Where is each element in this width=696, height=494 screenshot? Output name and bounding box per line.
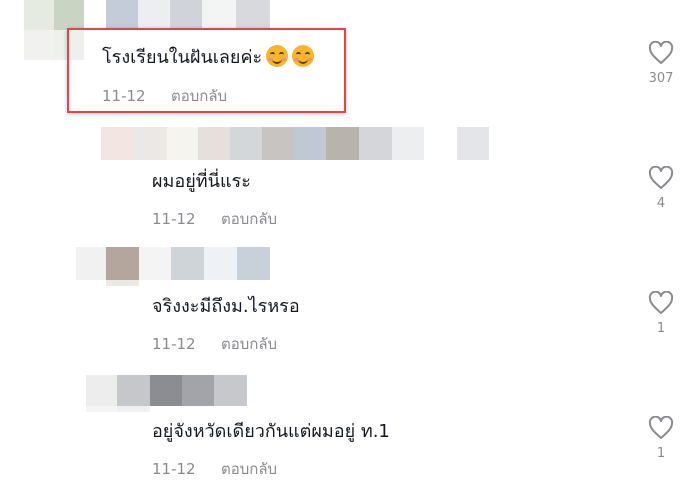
heart-outline-icon (648, 41, 674, 64)
highlight-box (67, 28, 346, 113)
comment-date: 11-12 (152, 335, 196, 353)
like-count: 4 (656, 196, 666, 211)
heart-outline-icon (648, 166, 674, 189)
heart-outline-icon (648, 416, 674, 439)
comment-text: จริงงะมีถึงม.ไรหรอ (152, 296, 300, 317)
comment-date: 11-12 (152, 210, 196, 228)
like-button[interactable]: 4 (641, 166, 681, 212)
reply-button[interactable]: ตอบกลับ (221, 210, 277, 228)
like-count: 1 (656, 321, 666, 336)
like-button[interactable]: 1 (641, 291, 681, 337)
like-button[interactable]: 1 (641, 416, 681, 462)
like-count: 307 (648, 71, 674, 86)
like-button[interactable]: 307 (641, 41, 681, 87)
comment-text: อยู่จังหวัดเดียวกันแต่ผมอยู่ ท.1 (152, 421, 390, 442)
comment-text: ผมอยู่ที่นี่แระ (152, 171, 251, 192)
reply-button[interactable]: ตอบกลับ (221, 460, 277, 478)
reply-button[interactable]: ตอบกลับ (221, 335, 277, 353)
heart-outline-icon (648, 291, 674, 314)
like-count: 1 (656, 446, 666, 461)
comment-date: 11-12 (152, 460, 196, 478)
